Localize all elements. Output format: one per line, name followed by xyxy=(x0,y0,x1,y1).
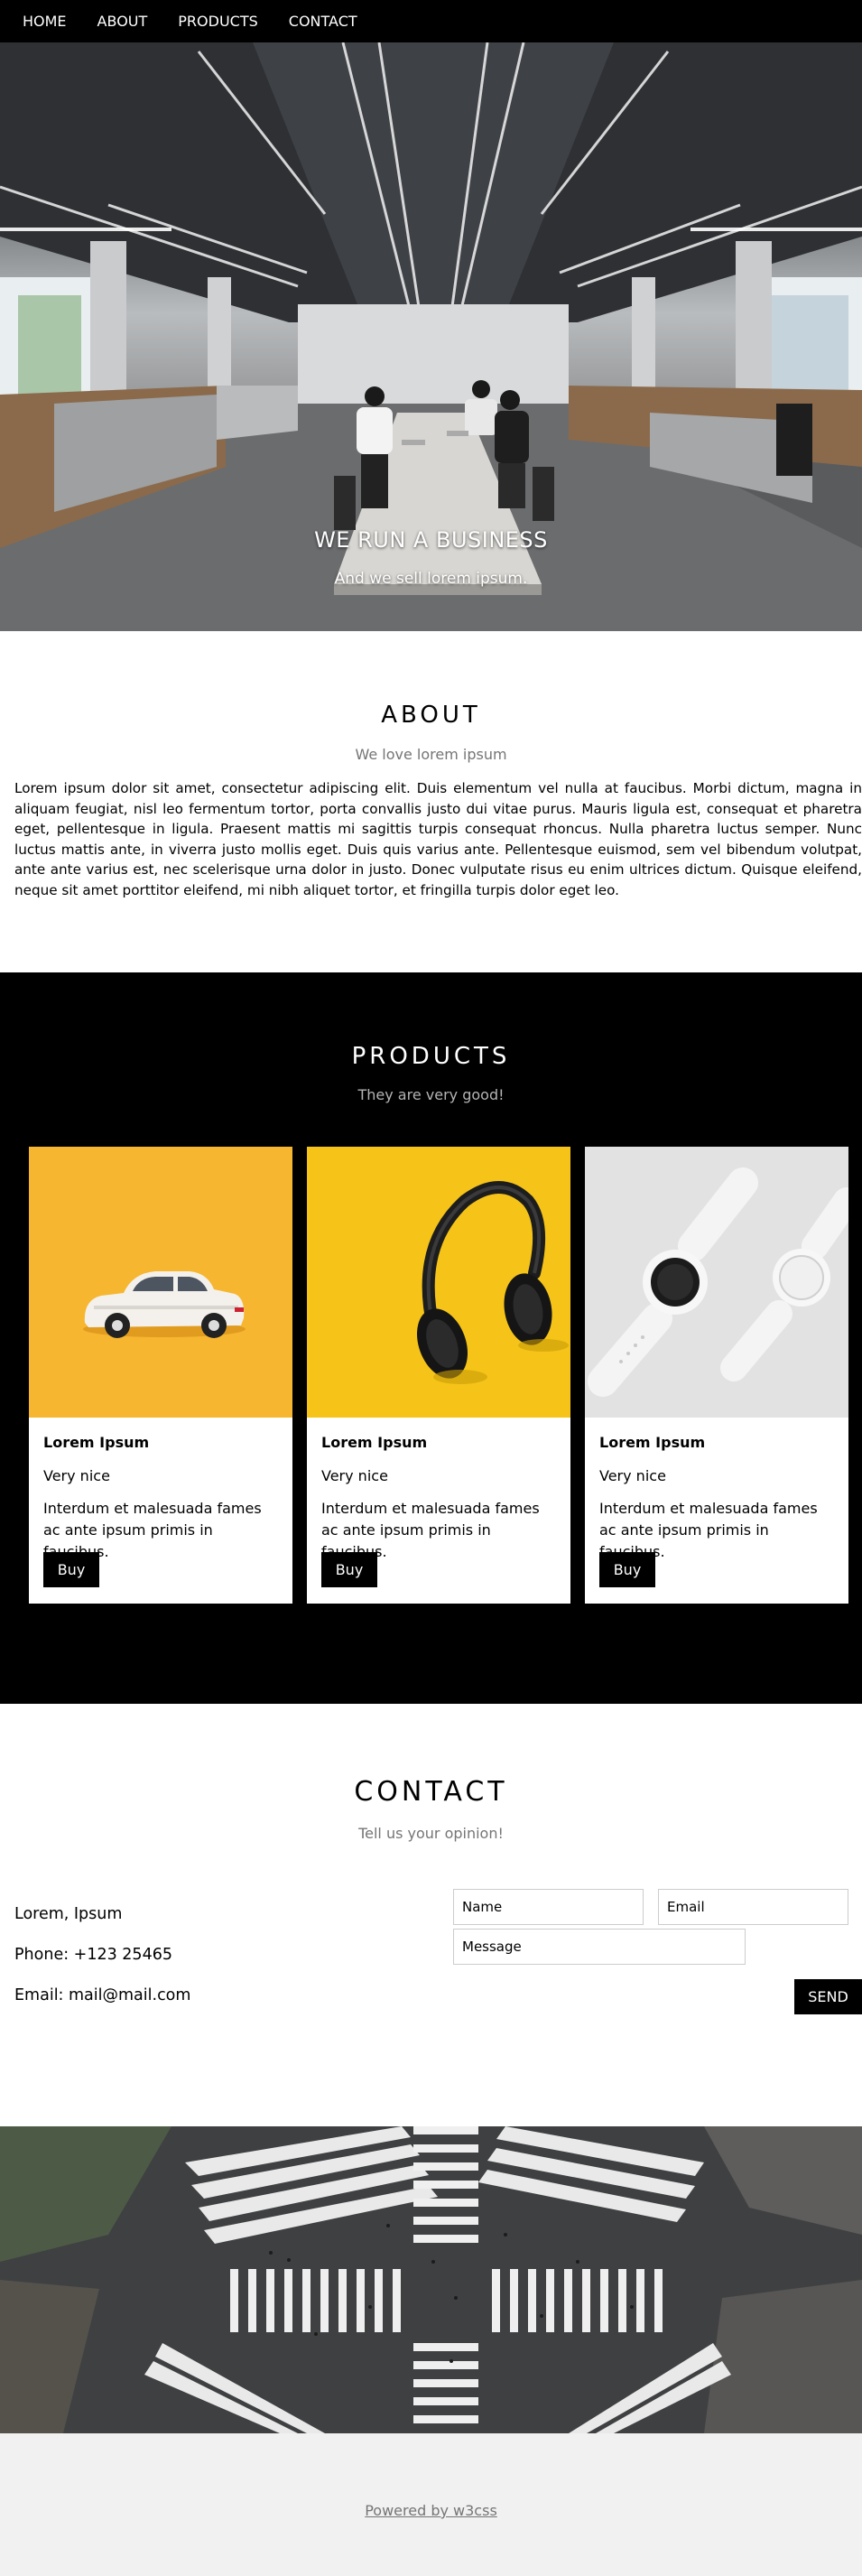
buy-button[interactable]: Buy xyxy=(599,1552,655,1587)
smartwatch-photo-icon xyxy=(585,1147,848,1418)
product-card: Lorem Ipsum Very nice Interdum et malesu… xyxy=(29,1147,292,1604)
product-card: Lorem Ipsum Very nice Interdum et malesu… xyxy=(307,1147,570,1604)
top-navbar: HOME ABOUT PRODUCTS CONTACT xyxy=(0,0,862,42)
nav-about-link[interactable]: ABOUT xyxy=(82,0,163,42)
send-button[interactable]: SEND xyxy=(794,1979,862,2014)
hero-title: WE RUN A BUSINESS xyxy=(314,527,548,553)
product-tagline: Very nice xyxy=(321,1467,388,1484)
about-title: ABOUT xyxy=(381,702,481,729)
hero-section: WE RUN A BUSINESS And we sell lorem ipsu… xyxy=(0,42,862,631)
about-subtitle: We love lorem ipsum xyxy=(355,746,507,763)
message-field[interactable] xyxy=(453,1929,746,1965)
contact-subtitle: Tell us your opinion! xyxy=(358,1825,504,1842)
product-tagline: Very nice xyxy=(599,1467,666,1484)
toy-car-photo-icon xyxy=(29,1147,292,1418)
street-crossing-photo-icon xyxy=(0,2126,862,2433)
hero-subtitle: And we sell lorem ipsum. xyxy=(334,570,528,588)
product-name: Lorem Ipsum xyxy=(321,1434,428,1451)
buy-button[interactable]: Buy xyxy=(321,1552,377,1587)
product-name: Lorem Ipsum xyxy=(599,1434,706,1451)
product-tagline: Very nice xyxy=(43,1467,110,1484)
email-field[interactable] xyxy=(658,1889,848,1925)
about-section: ABOUT We love lorem ipsum Lorem ipsum do… xyxy=(0,631,862,972)
name-field[interactable] xyxy=(453,1889,644,1925)
buy-button[interactable]: Buy xyxy=(43,1552,99,1587)
contact-email: Email: mail@mail.com xyxy=(14,1986,191,2004)
contact-title: CONTACT xyxy=(354,1776,508,1808)
nav-products-link[interactable]: PRODUCTS xyxy=(162,0,273,42)
products-subtitle: They are very good! xyxy=(357,1086,505,1103)
contact-name: Lorem, Ipsum xyxy=(14,1905,123,1923)
footer: Powered by w3css xyxy=(0,2433,862,2576)
contact-section: CONTACT Tell us your opinion! Lorem, Ips… xyxy=(0,1704,862,2126)
headphones-photo-icon xyxy=(307,1147,570,1418)
powered-by-link[interactable]: Powered by w3css xyxy=(0,2502,862,2519)
about-paragraph: Lorem ipsum dolor sit amet, consectetur … xyxy=(14,780,862,898)
product-name: Lorem Ipsum xyxy=(43,1434,150,1451)
nav-contact-link[interactable]: CONTACT xyxy=(273,0,373,42)
contact-phone: Phone: +123 25465 xyxy=(14,1946,172,1964)
products-section: PRODUCTS They are very good! Lorem Ipsum… xyxy=(0,972,862,1704)
product-card: Lorem Ipsum Very nice Interdum et malesu… xyxy=(585,1147,848,1604)
nav-home-link[interactable]: HOME xyxy=(7,0,82,42)
products-title: PRODUCTS xyxy=(351,1043,511,1070)
